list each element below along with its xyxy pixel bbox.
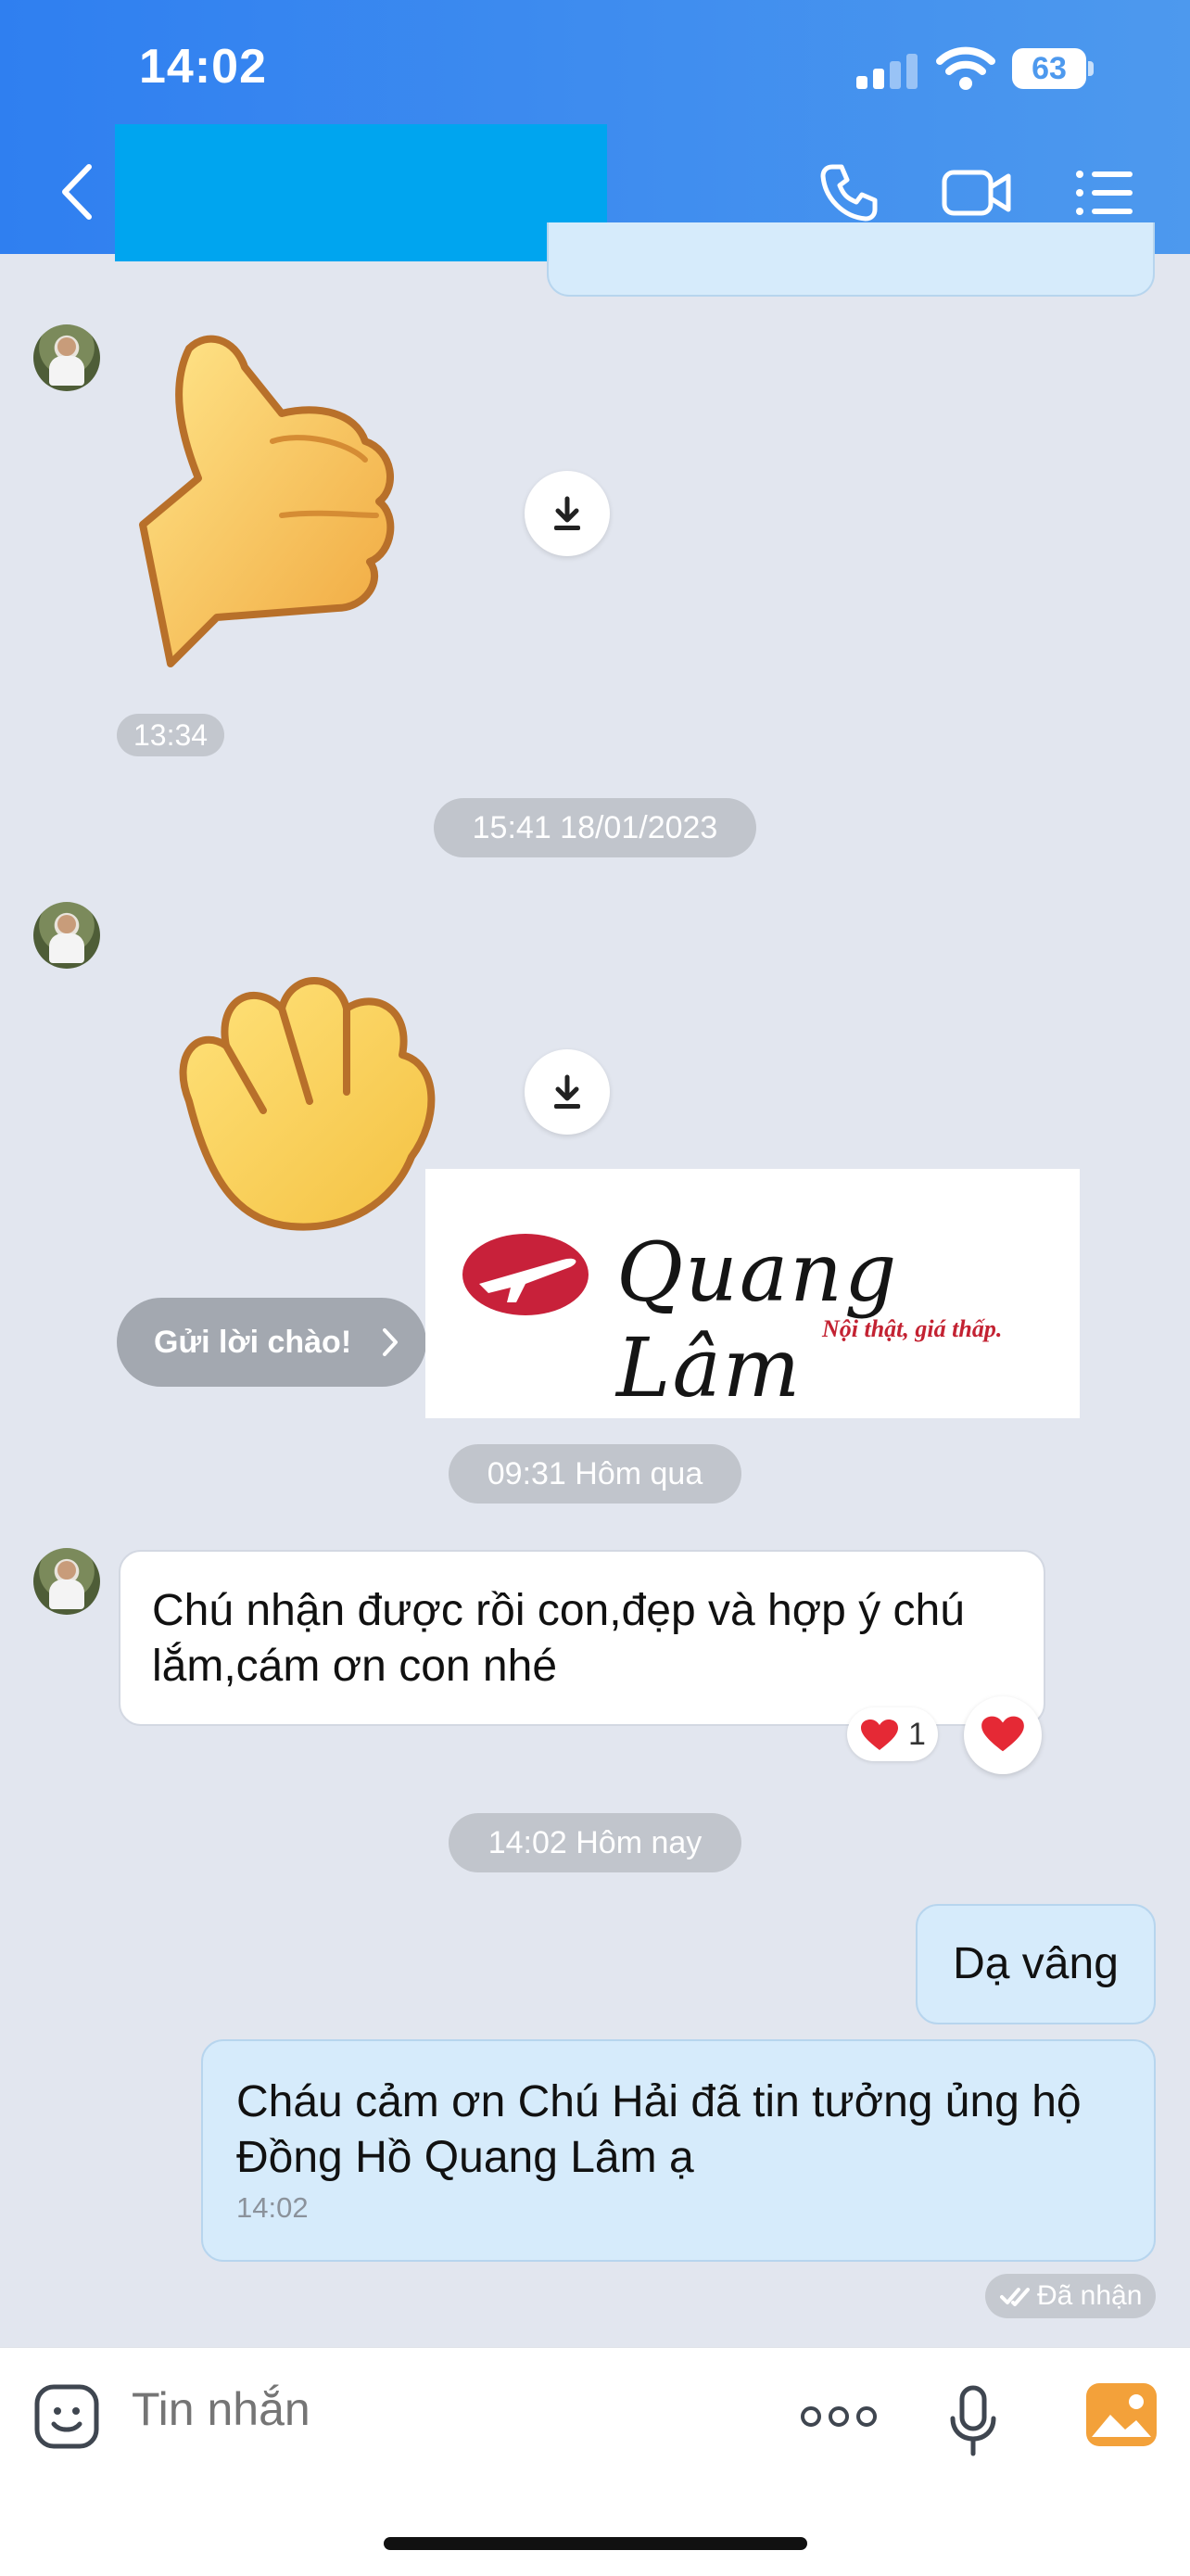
microphone-icon[interactable] — [947, 2385, 999, 2457]
battery-indicator: 63 — [1012, 48, 1097, 91]
double-check-icon — [1000, 2288, 1030, 2306]
message-text: Cháu cảm ơn Chú Hải đã tin tưởng ủng hộ … — [236, 2077, 1082, 2182]
logo-tagline: Nội thật, giá thấp. — [822, 1315, 1003, 1342]
heart-icon — [861, 1719, 898, 1750]
airplane-logo-icon — [462, 1234, 589, 1315]
send-greeting-button[interactable]: Gửi lời chào! — [117, 1298, 426, 1387]
reaction-count: 1 — [908, 1717, 926, 1752]
date-separator: 14:02 Hôm nay — [449, 1813, 741, 1872]
reaction-count-badge[interactable]: 1 — [847, 1707, 938, 1761]
phone-call-icon[interactable] — [819, 163, 879, 222]
date-separator: 15:41 18/01/2023 — [434, 798, 756, 857]
react-heart-button[interactable] — [964, 1696, 1042, 1774]
chevron-right-icon — [383, 1328, 398, 1356]
outgoing-message-bubble[interactable]: Dạ vâng — [916, 1904, 1156, 2024]
partial-message-bubble — [547, 222, 1155, 297]
heart-icon — [981, 1716, 1024, 1752]
send-greeting-label: Gửi lời chào! — [154, 1325, 352, 1360]
wifi-icon — [936, 46, 995, 90]
message-time: 14:02 — [236, 2191, 309, 2224]
outgoing-message-bubble[interactable]: Cháu cảm ơn Chú Hải đã tin tưởng ủng hộ … — [201, 2039, 1156, 2262]
back-chevron-icon[interactable] — [56, 161, 102, 222]
download-icon — [554, 496, 580, 530]
chat-header: 14:02 63 — [0, 0, 1190, 261]
quang-lam-logo-image[interactable]: Quang Lâm Nội thật, giá thấp. — [425, 1169, 1080, 1418]
incoming-message-bubble[interactable]: Chú nhận được rồi con,đẹp và hợp ý chú l… — [119, 1550, 1045, 1726]
delivery-status-text: Đã nhận — [1037, 2280, 1143, 2311]
date-separator: 09:31 Hôm qua — [449, 1444, 741, 1504]
contact-avatar[interactable] — [33, 902, 100, 969]
message-input-bar — [0, 2347, 1190, 2576]
cellular-signal-icon — [856, 54, 918, 89]
video-call-icon[interactable] — [942, 167, 1012, 219]
message-input[interactable] — [130, 2381, 708, 2437]
download-button[interactable] — [525, 471, 610, 556]
more-options-icon[interactable] — [801, 2405, 877, 2428]
delivery-status-badge: Đã nhận — [985, 2274, 1156, 2318]
sticker-emoji-icon[interactable] — [33, 2383, 100, 2450]
list-menu-icon[interactable] — [1075, 169, 1134, 217]
waving-hand-sticker-icon[interactable] — [161, 962, 445, 1237]
home-indicator — [384, 2537, 807, 2550]
contact-avatar[interactable] — [33, 1548, 100, 1615]
message-text: Dạ vâng — [953, 1939, 1119, 1988]
download-button[interactable] — [525, 1049, 610, 1135]
message-time: 13:34 — [117, 714, 225, 756]
download-icon — [554, 1074, 580, 1109]
status-time: 14:02 — [139, 40, 267, 94]
contact-name-redacted[interactable] — [115, 124, 607, 261]
photo-gallery-icon[interactable] — [1086, 2383, 1157, 2446]
contact-avatar[interactable] — [33, 324, 100, 391]
thumbs-up-sticker-icon[interactable] — [133, 330, 449, 673]
message-text: Chú nhận được rồi con,đẹp và hợp ý chú l… — [152, 1586, 965, 1691]
battery-percent: 63 — [1032, 51, 1067, 86]
